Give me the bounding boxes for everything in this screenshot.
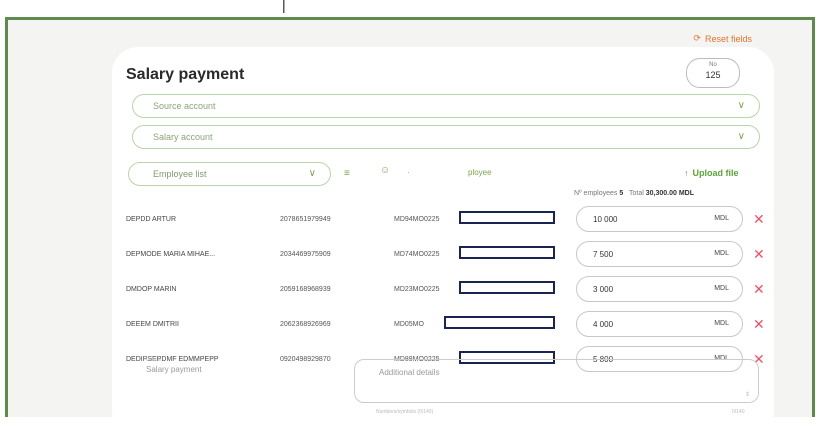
add-employee-link[interactable]: ployee <box>468 168 492 177</box>
char-count-hint: Numbers/symbols (0/140) <box>376 409 434 415</box>
employee-list-select[interactable]: Employee list ∨ <box>128 162 331 186</box>
remove-icon[interactable]: ✕ <box>753 316 765 333</box>
amount-field[interactable]: 7 500 MDL <box>576 241 743 267</box>
employee-idnp: 0920498929870 <box>280 356 331 363</box>
divider-dot: · <box>407 168 410 177</box>
resize-handle-icon[interactable]: ⇕ <box>745 391 750 398</box>
filter-icon[interactable]: ≡ <box>344 168 350 179</box>
employee-name: DEDIPSEPDMF EDMMPEPP <box>126 356 219 363</box>
currency-label: MDL <box>714 250 729 257</box>
iban-redaction <box>459 281 555 294</box>
table-row: DMDOP MARIN 2059168968939 MD23MO0225 3 0… <box>126 275 766 305</box>
chevron-down-icon: ∨ <box>308 168 316 179</box>
employee-idnp: 2034469975909 <box>280 251 331 258</box>
source-account-label: Source account <box>153 101 216 111</box>
additional-details-placeholder: Additional details <box>379 368 440 377</box>
total-value: 30,300.00 MDL <box>645 190 694 197</box>
document-number-value: 125 <box>705 70 721 80</box>
form-frame: ⟳ Reset fields Salary payment No 125 Sou… <box>5 17 815 437</box>
currency-label: MDL <box>714 215 729 222</box>
document-number-label: No <box>709 62 717 68</box>
upload-file-label: Upload file <box>692 168 739 178</box>
employee-list-label: Employee list <box>153 169 207 179</box>
employee-name: DEPMODE MARIA MIHAE... <box>126 251 216 258</box>
employee-idnp: 2078651979949 <box>280 216 331 223</box>
details-label: Details <box>146 357 162 363</box>
amount-field[interactable]: 4 000 MDL <box>576 311 743 337</box>
remove-icon[interactable]: ✕ <box>753 281 765 298</box>
iban-redaction <box>444 316 555 329</box>
page-title: Salary payment <box>126 66 245 83</box>
employee-name: DEPDD ARTUR <box>126 216 177 223</box>
employee-idnp: 2062368926969 <box>280 321 331 328</box>
remove-icon[interactable]: ✕ <box>753 211 765 228</box>
amount-value: 3 000 <box>593 285 614 294</box>
amount-value: 4 000 <box>593 320 614 329</box>
reset-fields-button[interactable]: ⟳ Reset fields <box>693 33 752 44</box>
chevron-down-icon: ∨ <box>737 100 745 111</box>
employee-iban: MD23MO0225 <box>394 286 440 293</box>
salary-account-select[interactable]: Salary account ∨ <box>132 125 760 149</box>
currency-label: MDL <box>714 285 729 292</box>
employee-iban: MD94MO0225 <box>394 216 440 223</box>
add-user-icon[interactable]: ☺ <box>380 165 390 176</box>
amount-value: 10 000 <box>593 215 618 224</box>
total-label: Total <box>629 190 644 197</box>
upload-file-button[interactable]: ↑ Upload file <box>684 168 739 178</box>
employee-iban: MD05MO <box>394 321 424 328</box>
upload-icon: ↑ <box>684 168 689 178</box>
summary-line: Nº employees 5 Total 30,300.00 MDL <box>574 190 694 197</box>
reset-fields-label: Reset fields <box>704 33 752 44</box>
table-row: DEEEM DMITRII 2062368926969 MD05MO 4 000… <box>126 310 766 340</box>
table-row: DEPMODE MARIA MIHAE... 2034469975909 MD7… <box>126 240 766 270</box>
amount-value: 7 500 <box>593 250 614 259</box>
source-account-select[interactable]: Source account ∨ <box>132 94 760 118</box>
employees-count-label: Nº employees <box>574 190 618 197</box>
text-cursor: | <box>282 0 286 13</box>
employee-idnp: 2059168968939 <box>280 286 331 293</box>
reset-icon: ⟳ <box>693 33 701 43</box>
details-field[interactable]: Salary payment <box>146 365 202 374</box>
chevron-down-icon: ∨ <box>737 131 745 142</box>
employee-name: DEEEM DMITRII <box>126 321 179 328</box>
salary-account-label: Salary account <box>153 132 213 142</box>
additional-details-textarea[interactable]: Additional details ⇕ <box>354 359 759 403</box>
amount-field[interactable]: 10 000 MDL <box>576 206 743 232</box>
employee-name: DMDOP MARIN <box>126 286 177 293</box>
document-number-field[interactable]: No 125 <box>686 58 740 88</box>
iban-redaction <box>459 211 555 224</box>
employee-iban: MD74MO0225 <box>394 251 440 258</box>
table-row: DEPDD ARTUR 2078651979949 MD94MO0225 10 … <box>126 205 766 235</box>
currency-label: MDL <box>714 320 729 327</box>
iban-redaction <box>459 246 555 259</box>
remove-icon[interactable]: ✕ <box>753 246 765 263</box>
char-count: 0/140 <box>732 409 745 415</box>
employees-count-value: 5 <box>619 190 624 197</box>
amount-field[interactable]: 3 000 MDL <box>576 276 743 302</box>
salary-card: Salary payment No 125 Source account ∨ S… <box>112 47 774 437</box>
